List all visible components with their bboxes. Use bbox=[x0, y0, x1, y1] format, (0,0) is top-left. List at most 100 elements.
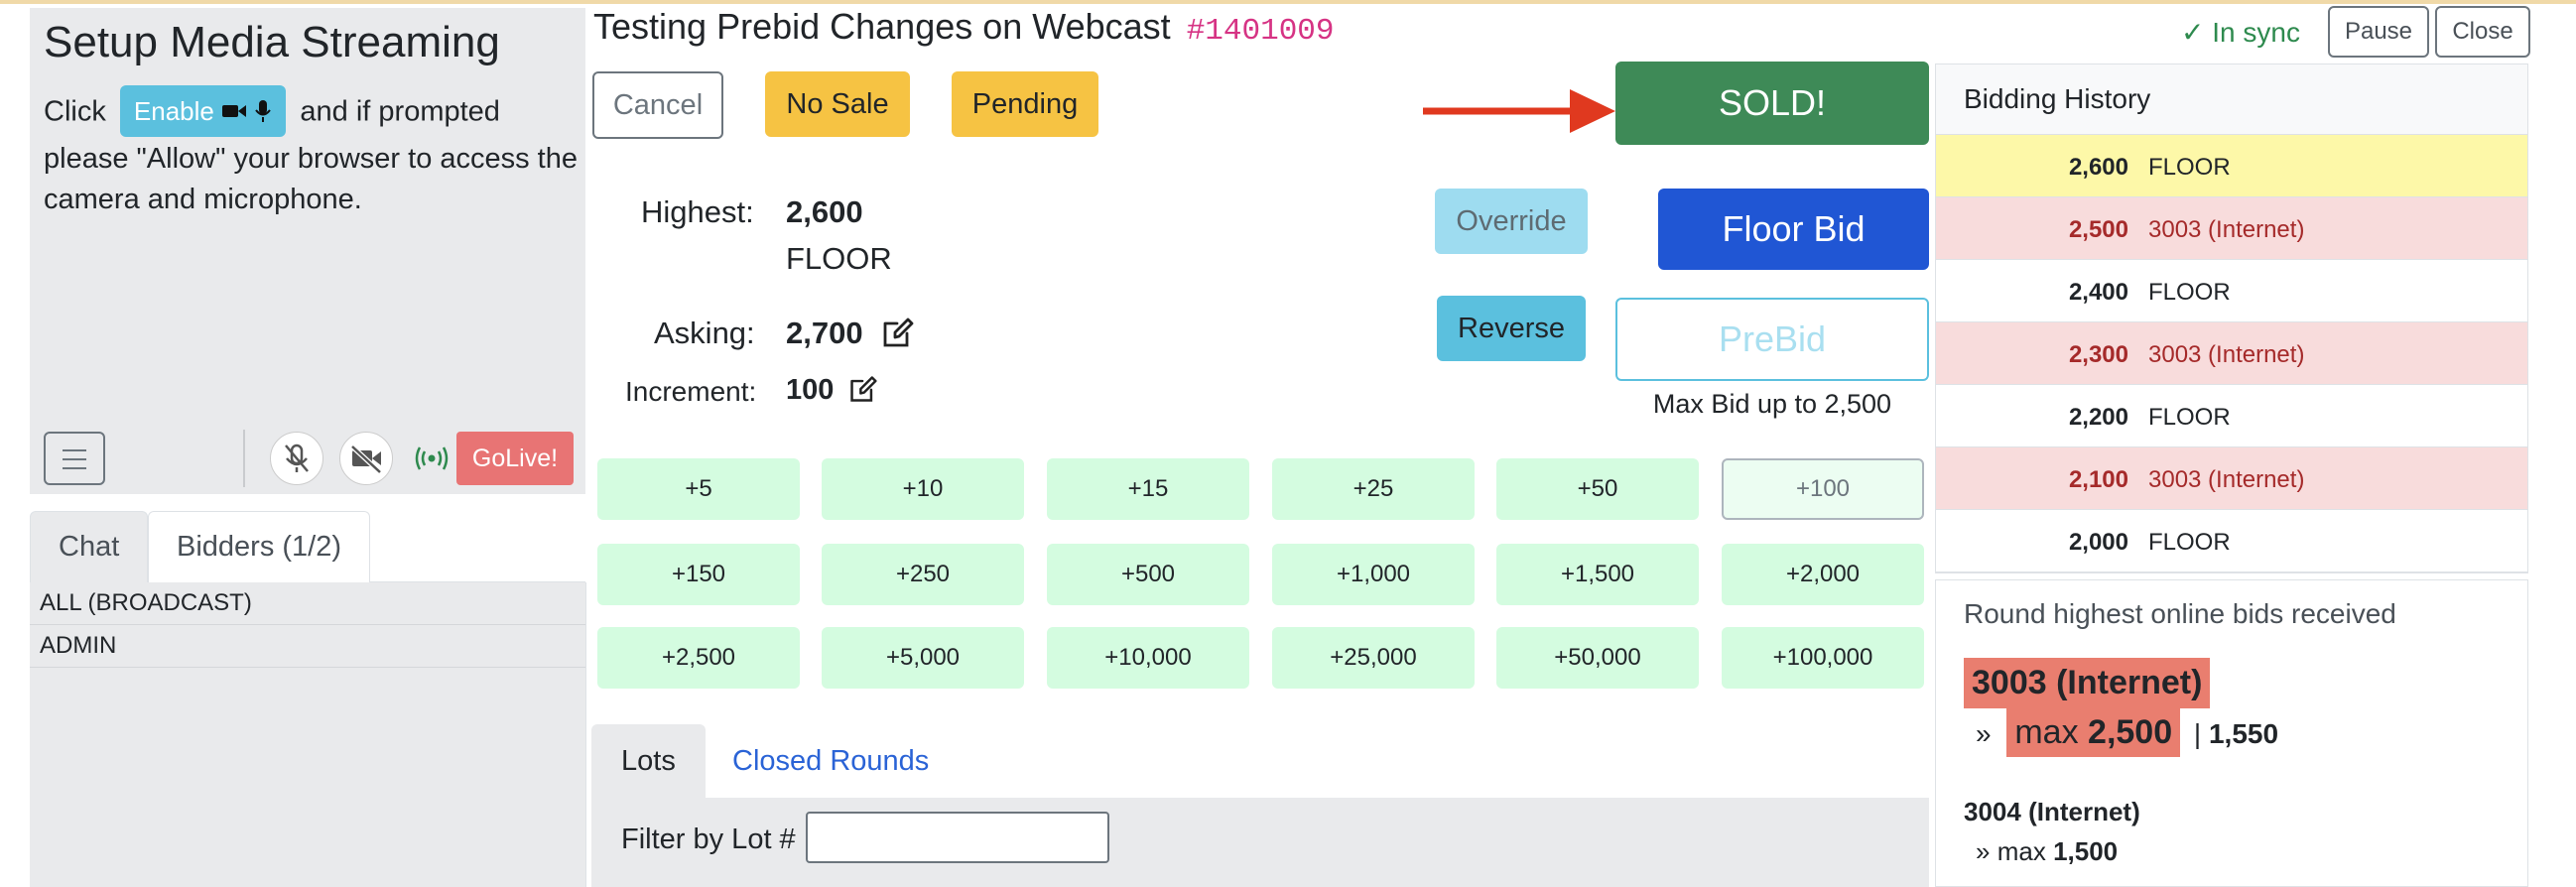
pending-button[interactable]: Pending bbox=[952, 71, 1098, 137]
filter-label: Filter by Lot # bbox=[621, 824, 796, 855]
sold-button[interactable]: SOLD! bbox=[1615, 62, 1929, 145]
bidder-name: FLOOR bbox=[2148, 404, 2231, 431]
bid-history-row: 2,400 FLOOR bbox=[1936, 260, 2527, 322]
bidder-name: FLOOR bbox=[2148, 529, 2231, 556]
increment-button[interactable]: +250 bbox=[822, 544, 1024, 605]
camera-off-icon[interactable] bbox=[339, 432, 393, 485]
video-camera-icon bbox=[222, 105, 247, 118]
increment-button[interactable]: +2,500 bbox=[597, 627, 800, 689]
cancel-button[interactable]: Cancel bbox=[592, 71, 723, 139]
tab-chat[interactable]: Chat bbox=[30, 511, 149, 582]
close-button[interactable]: Close bbox=[2435, 6, 2530, 58]
enable-label: Enable bbox=[133, 96, 214, 126]
top-max-bid: max 2,500 bbox=[2006, 707, 2181, 757]
tab-bidders[interactable]: Bidders (1/2) bbox=[148, 511, 371, 582]
chat-recipient-broadcast[interactable]: ALL (BROADCAST) bbox=[30, 582, 585, 625]
bidder-name: 3003 (Internet) bbox=[2148, 341, 2305, 368]
chat-recipient-admin[interactable]: ADMIN bbox=[30, 625, 585, 668]
enable-media-button[interactable]: Enable bbox=[119, 85, 287, 137]
bid-history-row: 2,000 FLOOR bbox=[1936, 510, 2527, 572]
bid-amount: 2,100 bbox=[2068, 466, 2128, 493]
highest-bidder: FLOOR bbox=[786, 241, 892, 276]
bid-history-row: 2,100 3003 (Internet) bbox=[1936, 447, 2527, 510]
increment-button[interactable]: +25,000 bbox=[1272, 627, 1475, 689]
top-max-value: 2,500 bbox=[2088, 713, 2173, 751]
broadcast-icon bbox=[412, 442, 451, 480]
increment-button[interactable]: +10 bbox=[822, 458, 1024, 520]
second-max-label: max bbox=[1996, 836, 2046, 866]
bid-history-row: 2,200 FLOOR bbox=[1936, 385, 2527, 447]
media-instructions: Click Enable and if prompted please "All… bbox=[44, 85, 580, 220]
bid-amount: 2,400 bbox=[2068, 279, 2128, 306]
top-border bbox=[0, 0, 2576, 4]
bid-amount: 2,000 bbox=[2068, 529, 2128, 556]
increment-button[interactable]: +500 bbox=[1047, 544, 1249, 605]
increment-button[interactable]: +1,000 bbox=[1272, 544, 1475, 605]
edit-asking-icon[interactable] bbox=[881, 316, 915, 349]
override-button[interactable]: Override bbox=[1435, 189, 1588, 254]
bullet: » bbox=[1976, 718, 1992, 749]
bid-history-row: 2,500 3003 (Internet) bbox=[1936, 197, 2527, 260]
bidding-history-title: Bidding History bbox=[1936, 64, 2527, 135]
edit-increment-icon[interactable] bbox=[848, 374, 878, 404]
increment-button[interactable]: +150 bbox=[597, 544, 800, 605]
increment-button[interactable]: +5,000 bbox=[822, 627, 1024, 689]
bidding-history-panel: Bidding History 2,600 FLOOR 2,500 3003 (Int… bbox=[1935, 63, 2528, 573]
lot-title-text: Testing Prebid Changes on Webcast bbox=[593, 6, 1171, 47]
tab-lots[interactable]: Lots bbox=[591, 724, 706, 799]
bullet: » bbox=[1976, 836, 1991, 866]
click-text: Click bbox=[44, 95, 106, 128]
microphone-icon bbox=[255, 100, 272, 123]
highest-label: Highest: bbox=[641, 194, 754, 229]
filter-lot-input[interactable] bbox=[806, 812, 1109, 863]
bid-history-row: 2,600 FLOOR bbox=[1936, 135, 2527, 197]
chat-recipient-list: ALL (BROADCAST) ADMIN bbox=[30, 582, 586, 887]
increment-button-selected[interactable]: +100 bbox=[1722, 458, 1924, 520]
chat-panel: Chat Bidders (1/2) ALL (BROADCAST) ADMIN bbox=[30, 506, 586, 887]
asking-label: Asking: bbox=[654, 316, 755, 350]
increment-button[interactable]: +25 bbox=[1272, 458, 1475, 520]
bidding-history-list: 2,600 FLOOR 2,500 3003 (Internet) 2,400 FLOOR… bbox=[1936, 135, 2527, 572]
sync-status: ✓ In sync bbox=[2181, 17, 2300, 48]
increment-button[interactable]: +5 bbox=[597, 458, 800, 520]
second-online-bidder: 3004 (Internet) bbox=[1964, 797, 2140, 826]
arrow-icon bbox=[1423, 89, 1615, 133]
highest-value: 2,600 bbox=[786, 194, 863, 229]
increment-button[interactable]: +1,500 bbox=[1496, 544, 1699, 605]
floor-bid-button[interactable]: Floor Bid bbox=[1658, 189, 1929, 270]
bid-history-row: 2,300 3003 (Internet) bbox=[1936, 322, 2527, 385]
media-title: Setup Media Streaming bbox=[44, 18, 500, 66]
increment-button[interactable]: +50,000 bbox=[1496, 627, 1699, 689]
lot-number: #1401009 bbox=[1186, 14, 1335, 49]
increment-value: 100 bbox=[786, 374, 835, 406]
bidder-name: 3003 (Internet) bbox=[2148, 216, 2305, 243]
mic-muted-icon[interactable] bbox=[270, 432, 323, 485]
asking-value: 2,700 bbox=[786, 316, 863, 350]
pause-button[interactable]: Pause bbox=[2328, 6, 2429, 58]
increment-button[interactable]: +2,000 bbox=[1722, 544, 1924, 605]
bid-amount: 2,500 bbox=[2068, 216, 2128, 243]
bidder-name: FLOOR bbox=[2148, 154, 2231, 181]
second-max-value: 1,500 bbox=[2053, 836, 2119, 866]
tab-closed-rounds[interactable]: Closed Rounds bbox=[703, 724, 959, 799]
bid-amount: 2,200 bbox=[2068, 404, 2128, 431]
max-bid-note: Max Bid up to 2,500 bbox=[1652, 389, 1892, 419]
top-online-bid-line: » max 2,500 | 1,550 bbox=[1976, 707, 2279, 757]
prebid-button[interactable]: PreBid bbox=[1615, 298, 1929, 381]
golive-button[interactable]: GoLive! bbox=[456, 432, 574, 485]
no-sale-button[interactable]: No Sale bbox=[765, 71, 910, 137]
second-online-bid-line: » max 1,500 bbox=[1976, 836, 2118, 867]
reverse-button[interactable]: Reverse bbox=[1437, 296, 1586, 361]
increment-button[interactable]: +100,000 bbox=[1722, 627, 1924, 689]
top-current-bid: 1,550 bbox=[2208, 718, 2279, 749]
menu-icon[interactable] bbox=[44, 432, 105, 485]
increment-button[interactable]: +10,000 bbox=[1047, 627, 1249, 689]
bidder-name: 3003 (Internet) bbox=[2148, 466, 2305, 493]
top-max-label: max bbox=[2014, 713, 2079, 751]
online-bids-panel: Round highest online bids received 3003 … bbox=[1935, 579, 2528, 887]
filter-bar: Filter by Lot # bbox=[591, 798, 1929, 887]
increment-button[interactable]: +15 bbox=[1047, 458, 1249, 520]
separator: | bbox=[2193, 718, 2202, 749]
increment-button[interactable]: +50 bbox=[1496, 458, 1699, 520]
top-online-bidder: 3003 (Internet) bbox=[1964, 658, 2211, 708]
